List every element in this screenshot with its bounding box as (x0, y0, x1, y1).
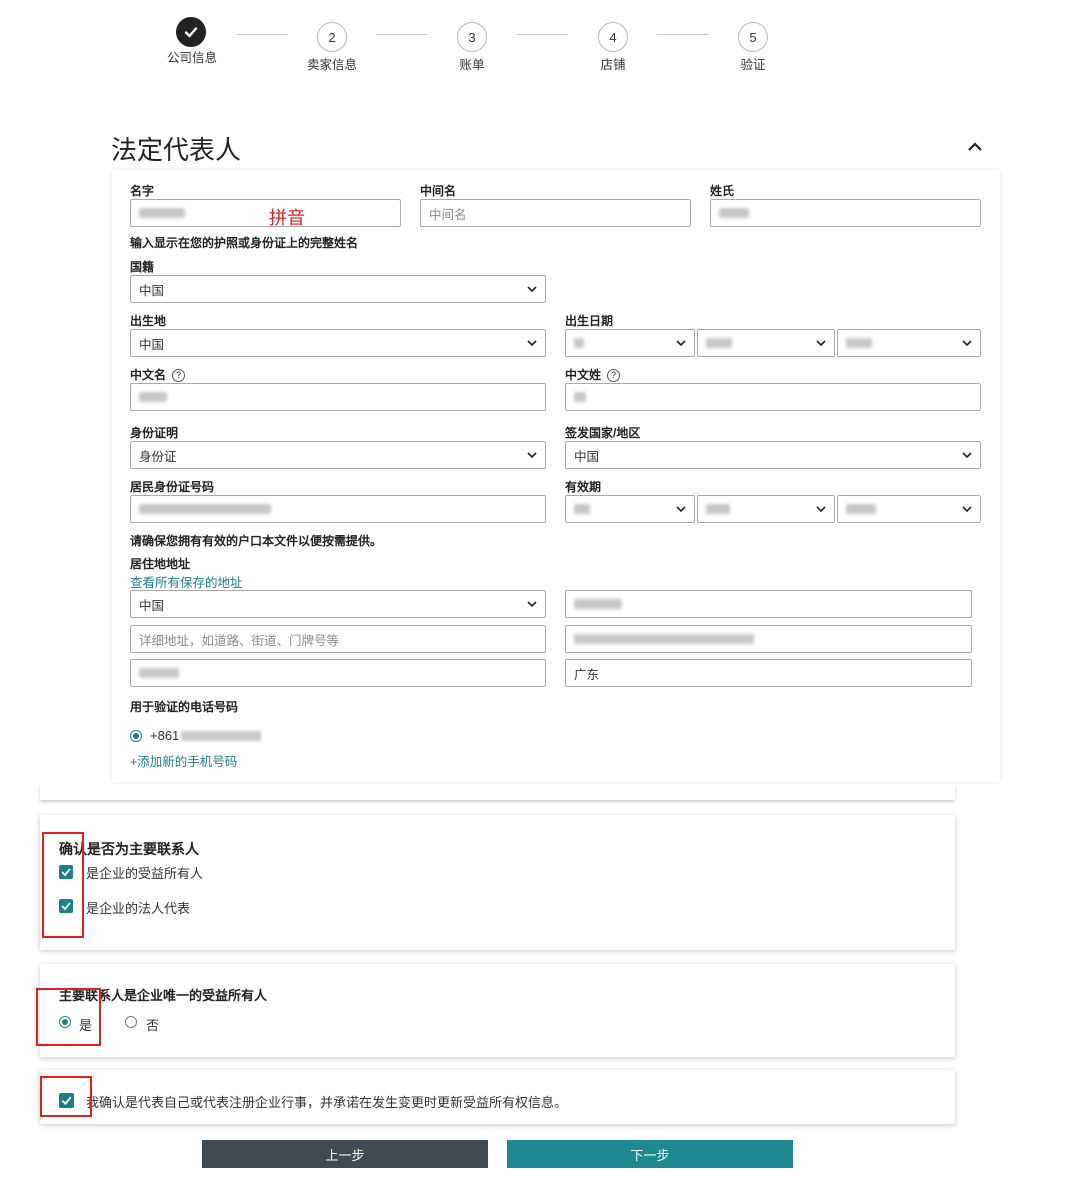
phone-prefix: +861 (150, 728, 180, 743)
chevron-down-icon (676, 340, 686, 347)
address-country-value: 中国 (139, 598, 165, 613)
step-4-label: 店铺 (600, 58, 626, 72)
step-2-circle: 2 (317, 22, 347, 52)
chevron-down-icon (527, 286, 537, 293)
full-name-hint: 输入显示在您的护照或身份证上的完整姓名 (130, 236, 359, 250)
address-country-select[interactable]: 中国 (130, 590, 546, 618)
view-saved-addresses-link[interactable]: 查看所有保存的地址 (130, 572, 243, 591)
birthplace-label: 出生地 (130, 314, 167, 328)
last-name-label: 姓氏 (710, 184, 735, 198)
id-type-select[interactable]: 身份证 (130, 441, 546, 469)
primary-contact-panel (40, 815, 955, 950)
middle-name-label: 中间名 (420, 184, 457, 198)
nationality-label: 国籍 (130, 260, 155, 274)
expiry-day-select[interactable] (565, 495, 695, 523)
legal-rep-label: 是企业的法人代表 (86, 901, 191, 916)
issuing-country-value: 中国 (574, 449, 600, 464)
issuing-country-label: 签发国家/地区 (565, 426, 641, 440)
cn-last-name-label: 中文姓? (565, 366, 621, 383)
phone-label: 用于验证的电话号码 (130, 700, 239, 714)
id-type-value: 身份证 (139, 449, 177, 464)
cn-last-name-label-text: 中文姓 (565, 368, 602, 382)
address-line-right-1[interactable] (565, 590, 972, 618)
id-number-label: 居民身份证号码 (130, 480, 215, 494)
cn-first-name-label: 中文名? (130, 366, 186, 383)
annotation-highlight-box (42, 832, 84, 938)
chevron-down-icon (527, 601, 537, 608)
birthplace-value: 中国 (139, 337, 165, 352)
step-1-label: 公司信息 (166, 51, 218, 65)
annotation-highlight-box (40, 1076, 92, 1117)
first-name-label: 名字 (130, 184, 155, 198)
step-3-circle: 3 (457, 22, 487, 52)
dob-day-select[interactable] (565, 329, 695, 357)
expiry-year-select[interactable] (837, 495, 981, 523)
add-phone-link[interactable]: +添加新的手机号码 (130, 751, 237, 770)
dob-year-select[interactable] (837, 329, 981, 357)
address-line-right-2[interactable] (565, 625, 972, 653)
cn-first-name-input[interactable] (130, 383, 546, 411)
prev-button[interactable]: 上一步 (202, 1140, 488, 1168)
issuing-country-select[interactable]: 中国 (565, 441, 981, 469)
chevron-down-icon (962, 340, 972, 347)
step-5-circle: 5 (738, 22, 768, 52)
last-name-input[interactable] (710, 199, 981, 227)
next-button[interactable]: 下一步 (507, 1140, 793, 1168)
expiry-label: 有效期 (565, 480, 602, 494)
chevron-down-icon (962, 506, 972, 513)
chevron-down-icon (527, 452, 537, 459)
chevron-down-icon (527, 340, 537, 347)
province-input[interactable]: 广东 (565, 659, 972, 687)
address-detail-input[interactable]: 详细地址，如道路、街道、门牌号等 (130, 625, 546, 653)
expiry-month-select[interactable] (697, 495, 835, 523)
help-icon[interactable]: ? (607, 368, 621, 382)
chevron-down-icon (676, 506, 686, 513)
collapse-chevron-up-icon[interactable] (967, 140, 983, 158)
sole-owner-no-radio[interactable] (125, 1016, 137, 1028)
sole-owner-panel (40, 964, 955, 1057)
step-3-label: 账单 (459, 58, 485, 72)
address-label: 居住地地址 (130, 557, 191, 571)
step-1-complete-icon (176, 17, 206, 47)
form-card-bottom (40, 784, 955, 800)
beneficial-owner-label: 是企业的受益所有人 (86, 866, 204, 881)
dob-label: 出生日期 (565, 314, 614, 328)
phone-number: +861 (150, 728, 262, 743)
cn-last-name-input[interactable] (565, 383, 981, 411)
nationality-value: 中国 (139, 283, 165, 298)
chevron-down-icon (816, 340, 826, 347)
step-4-circle: 4 (598, 22, 628, 52)
postal-code-input[interactable] (130, 659, 546, 687)
confirm-text: 我确认是代表自己或代表注册企业行事，并承诺在发生变更时更新受益所有权信息。 (86, 1095, 568, 1110)
annotation-highlight-box (36, 988, 101, 1046)
chevron-down-icon (962, 452, 972, 459)
id-type-label: 身份证明 (130, 426, 179, 440)
section-title: 法定代表人 (111, 135, 242, 165)
id-number-input[interactable] (130, 495, 546, 523)
phone-radio[interactable] (130, 730, 142, 742)
birthplace-select[interactable]: 中国 (130, 329, 546, 357)
cn-first-name-label-text: 中文名 (130, 368, 167, 382)
nationality-select[interactable]: 中国 (130, 275, 546, 303)
dob-month-select[interactable] (697, 329, 835, 357)
step-2-label: 卖家信息 (306, 58, 358, 72)
hukou-note: 请确保您拥有有效的户口本文件以便按需提供。 (130, 534, 383, 548)
help-icon[interactable]: ? (172, 368, 186, 382)
chevron-down-icon (816, 506, 826, 513)
pinyin-annotation: 拼音 (269, 208, 305, 228)
legal-representative-form (112, 170, 1000, 782)
middle-name-input[interactable]: 中间名 (420, 199, 691, 227)
sole-owner-no-label: 否 (146, 1018, 160, 1033)
first-name-input[interactable] (130, 199, 401, 227)
step-5-label: 验证 (740, 58, 766, 72)
